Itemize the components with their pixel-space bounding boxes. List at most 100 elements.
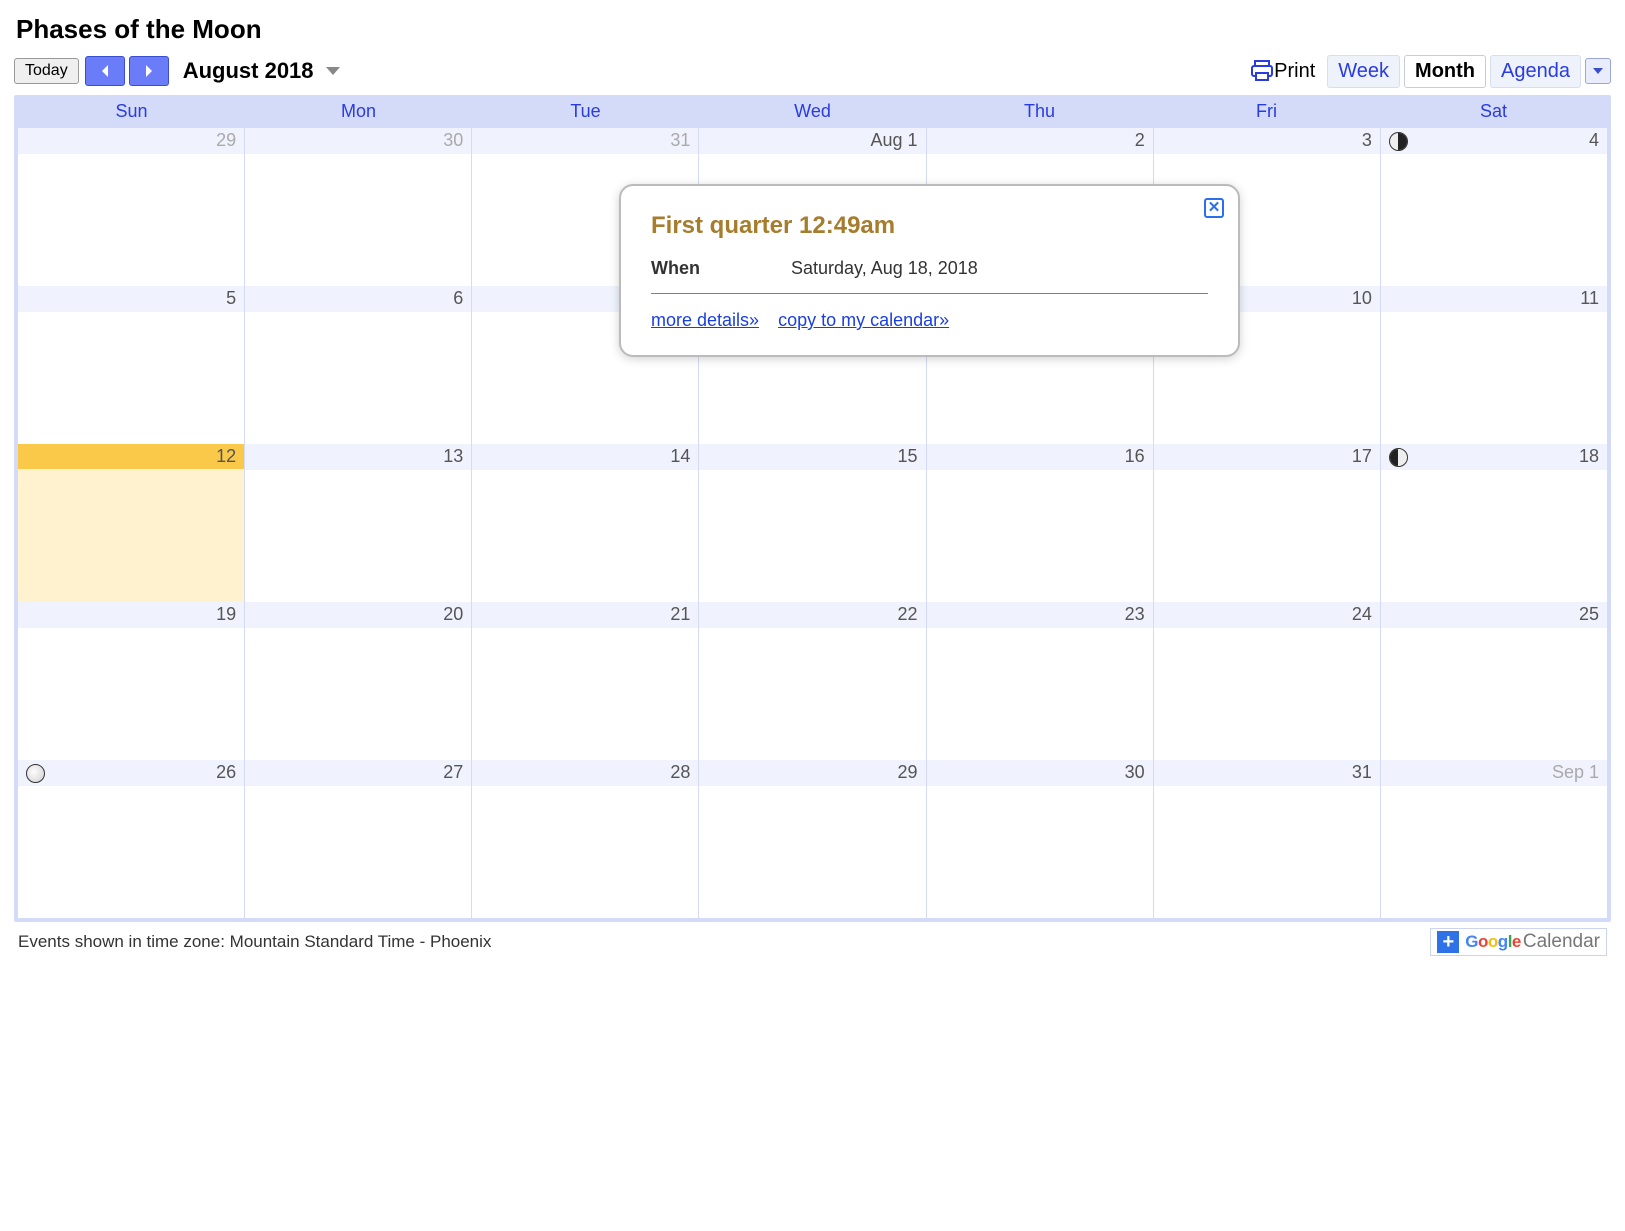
calendar-day-cell[interactable]: 23 xyxy=(926,602,1153,760)
day-number: 19 xyxy=(18,602,244,628)
day-number: 30 xyxy=(245,128,471,154)
day-number: Sep 1 xyxy=(1381,760,1607,786)
day-header: Sun xyxy=(18,99,245,128)
popup-event-title: First quarter 12:49am xyxy=(651,212,1208,240)
calendar-day-cell[interactable]: 6 xyxy=(244,286,471,444)
day-number: 15 xyxy=(699,444,925,470)
moon-phase-icon[interactable] xyxy=(26,764,45,783)
calendar-week-row: 19202122232425 xyxy=(18,602,1607,760)
print-label: Print xyxy=(1274,60,1315,83)
calendar-day-cell[interactable]: 29 xyxy=(18,128,244,286)
calendar-day-cell[interactable]: 31 xyxy=(1153,760,1380,918)
calendar-grid: SunMonTueWedThuFriSat ✕ First quarter 12… xyxy=(14,95,1611,922)
calendar-day-cell[interactable]: 19 xyxy=(18,602,244,760)
day-number: 11 xyxy=(1381,286,1607,312)
day-number: 12 xyxy=(18,444,244,470)
print-button[interactable]: Print xyxy=(1250,60,1315,83)
calendar-day-cell[interactable]: 18 xyxy=(1380,444,1607,602)
calendar-toolbar: Today August 2018 Print Week Month Agend… xyxy=(14,53,1611,89)
calendar-day-cell[interactable]: 27 xyxy=(244,760,471,918)
calendar-week-row: 262728293031Sep 1 xyxy=(18,760,1607,918)
calendar-day-cell[interactable]: 25 xyxy=(1380,602,1607,760)
day-number: 22 xyxy=(699,602,925,628)
current-month-label: August 2018 xyxy=(183,58,314,84)
calendar-day-cell[interactable]: 17 xyxy=(1153,444,1380,602)
calendar-day-cell[interactable]: 12 xyxy=(18,444,244,602)
day-header: Sat xyxy=(1380,99,1607,128)
calendar-day-cell[interactable]: Sep 1 xyxy=(1380,760,1607,918)
calendar-day-cell[interactable]: 30 xyxy=(244,128,471,286)
print-icon xyxy=(1250,60,1274,82)
day-number: 31 xyxy=(472,128,698,154)
day-number: 23 xyxy=(927,602,1153,628)
view-month-button[interactable]: Month xyxy=(1404,55,1486,88)
moon-phase-icon[interactable] xyxy=(1389,448,1408,467)
prev-month-button[interactable] xyxy=(85,56,125,86)
calendar-day-cell[interactable]: 16 xyxy=(926,444,1153,602)
popup-divider xyxy=(651,293,1208,294)
popup-when-value: Saturday, Aug 18, 2018 xyxy=(791,258,978,279)
day-number: 21 xyxy=(472,602,698,628)
popup-more-details-link[interactable]: more details» xyxy=(651,310,759,330)
today-button[interactable]: Today xyxy=(14,58,79,84)
calendar-day-cell[interactable]: 5 xyxy=(18,286,244,444)
google-calendar-label: Calendar xyxy=(1523,931,1600,953)
calendar-day-cell[interactable]: 22 xyxy=(698,602,925,760)
plus-icon: + xyxy=(1437,931,1459,953)
chevron-right-icon xyxy=(143,64,155,78)
day-number: 30 xyxy=(927,760,1153,786)
day-number: 14 xyxy=(472,444,698,470)
popup-copy-link[interactable]: copy to my calendar» xyxy=(778,310,949,330)
calendar-day-cell[interactable]: 15 xyxy=(698,444,925,602)
day-number: 18 xyxy=(1381,444,1607,470)
day-number: 17 xyxy=(1154,444,1380,470)
calendar-day-cell[interactable]: 28 xyxy=(471,760,698,918)
next-month-button[interactable] xyxy=(129,56,169,86)
calendar-day-cell[interactable]: 30 xyxy=(926,760,1153,918)
page-title: Phases of the Moon xyxy=(16,14,1611,45)
timezone-label: Events shown in time zone: Mountain Stan… xyxy=(18,932,491,952)
google-calendar-button[interactable]: + Google Calendar xyxy=(1430,928,1607,956)
calendar-weeks: ✕ First quarter 12:49am When Saturday, A… xyxy=(18,128,1607,918)
calendar-day-cell[interactable]: 13 xyxy=(244,444,471,602)
view-options-dropdown[interactable] xyxy=(1585,58,1611,84)
calendar-day-cell[interactable]: 4 xyxy=(1380,128,1607,286)
day-number: 24 xyxy=(1154,602,1380,628)
view-week-button[interactable]: Week xyxy=(1327,55,1400,88)
day-number: 6 xyxy=(245,286,471,312)
day-number: 25 xyxy=(1381,602,1607,628)
view-agenda-button[interactable]: Agenda xyxy=(1490,55,1581,88)
calendar-day-cell[interactable]: 11 xyxy=(1380,286,1607,444)
day-number: 26 xyxy=(18,760,244,786)
day-number: 29 xyxy=(18,128,244,154)
day-header: Mon xyxy=(245,99,472,128)
calendar-day-cell[interactable]: 26 xyxy=(18,760,244,918)
month-dropdown-icon[interactable] xyxy=(326,67,340,75)
day-number: 20 xyxy=(245,602,471,628)
day-number: 31 xyxy=(1154,760,1380,786)
day-number: 2 xyxy=(927,128,1153,154)
calendar-day-cell[interactable]: 20 xyxy=(244,602,471,760)
popup-close-button[interactable]: ✕ xyxy=(1204,198,1224,218)
day-header: Tue xyxy=(472,99,699,128)
day-number: 29 xyxy=(699,760,925,786)
calendar-day-cell[interactable]: 24 xyxy=(1153,602,1380,760)
calendar-day-cell[interactable]: 21 xyxy=(471,602,698,760)
day-header: Wed xyxy=(699,99,926,128)
day-number: 28 xyxy=(472,760,698,786)
day-number: 4 xyxy=(1381,128,1607,154)
day-number: 27 xyxy=(245,760,471,786)
calendar-day-cell[interactable]: 14 xyxy=(471,444,698,602)
day-header: Thu xyxy=(926,99,1153,128)
popup-when-label: When xyxy=(651,258,791,279)
moon-phase-icon[interactable] xyxy=(1389,132,1408,151)
event-popup: ✕ First quarter 12:49am When Saturday, A… xyxy=(619,184,1240,357)
calendar-day-cell[interactable]: 29 xyxy=(698,760,925,918)
day-of-week-header: SunMonTueWedThuFriSat xyxy=(18,99,1607,128)
day-number: 3 xyxy=(1154,128,1380,154)
day-number: 5 xyxy=(18,286,244,312)
day-number: 13 xyxy=(245,444,471,470)
caret-down-icon xyxy=(1593,68,1603,74)
calendar-footer: Events shown in time zone: Mountain Stan… xyxy=(14,922,1611,956)
calendar-week-row: 12131415161718 xyxy=(18,444,1607,602)
